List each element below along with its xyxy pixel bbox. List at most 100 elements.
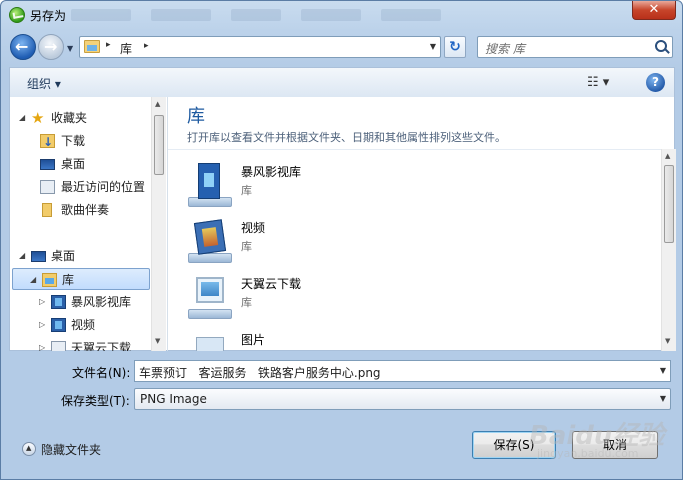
pane-subtitle: 打开库以查看文件并根据文件夹、日期和其他属性排列这些文件。 xyxy=(187,131,506,144)
collapse-arrow-icon[interactable]: ◢ xyxy=(19,245,25,267)
search-input[interactable]: 搜索 库 xyxy=(485,40,525,57)
nav-item-label: 收藏夹 xyxy=(51,111,88,125)
desktop-icon xyxy=(31,251,46,262)
back-button[interactable] xyxy=(10,34,36,60)
folder-icon xyxy=(42,203,52,217)
window-title: 另存为 xyxy=(30,9,67,23)
collapse-arrow-icon[interactable]: ◢ xyxy=(19,107,25,129)
scrollbar-thumb[interactable] xyxy=(664,165,674,243)
video-library-icon xyxy=(51,295,66,309)
change-view-button[interactable]: ☷ ▾ xyxy=(587,75,609,90)
library-type: 库 xyxy=(241,296,252,309)
nav-item-desktop-root[interactable]: ◢ 桌面 xyxy=(10,245,150,267)
close-button[interactable]: ✕ xyxy=(632,1,676,20)
filetype-label: 保存类型(T): xyxy=(61,394,130,408)
videos-library-icon xyxy=(188,219,232,263)
nav-item-cloud-download[interactable]: ▷ 天翼云下载 xyxy=(10,337,150,351)
toolbar: 组织 ▾ ☷ ▾ ? xyxy=(9,67,675,97)
library-name: 图片 xyxy=(241,333,266,347)
library-name: 视频 xyxy=(241,221,266,235)
help-button[interactable]: ? xyxy=(646,73,665,92)
content-area: ◢ ★ 收藏夹 下载 桌面 最近访问的位置 歌曲伴奏 ◢ xyxy=(9,97,676,351)
scrollbar-thumb[interactable] xyxy=(154,115,164,175)
nav-item-label: 最近访问的位置 xyxy=(61,180,146,194)
pane-title: 库 xyxy=(187,106,205,127)
nav-pane-scrollbar[interactable]: ▲ ▼ xyxy=(151,97,166,351)
library-item[interactable]: 暴风影视库 库 xyxy=(188,159,468,211)
scroll-down-icon[interactable]: ▼ xyxy=(665,337,670,345)
library-pane-scrollbar[interactable]: ▲ ▼ xyxy=(661,149,676,351)
star-icon: ★ xyxy=(31,109,45,127)
library-item[interactable]: 天翼云下载 库 xyxy=(188,271,468,323)
filename-label: 文件名(N): xyxy=(72,366,131,380)
nav-item-desktop[interactable]: 桌面 xyxy=(10,153,150,175)
nav-item-label: 下载 xyxy=(61,134,86,148)
library-type: 库 xyxy=(241,240,252,253)
library-type: 库 xyxy=(241,184,252,197)
nav-item-label: 歌曲伴奏 xyxy=(61,203,110,217)
filetype-dropdown-icon[interactable]: ▼ xyxy=(660,394,666,403)
hide-folders-label: 隐藏文件夹 xyxy=(41,443,102,457)
cloud-download-library-icon xyxy=(188,275,232,319)
libraries-icon xyxy=(42,273,57,287)
forward-button[interactable] xyxy=(38,34,64,60)
filename-dropdown-icon[interactable]: ▼ xyxy=(660,366,666,375)
search-icon[interactable] xyxy=(655,40,667,52)
recent-pages-dropdown-icon[interactable]: ▼ xyxy=(67,44,73,53)
nav-item-videos[interactable]: ▷ 视频 xyxy=(10,314,150,336)
library-name: 暴风影视库 xyxy=(241,165,302,179)
library-pane: 库 打开库以查看文件并根据文件夹、日期和其他属性排列这些文件。 暴风影视库 库 … xyxy=(168,97,676,351)
nav-item-label: 天翼云下载 xyxy=(71,341,132,351)
nav-item-favorites[interactable]: ◢ ★ 收藏夹 xyxy=(10,107,150,129)
collapse-arrow-icon[interactable]: ◢ xyxy=(30,269,36,291)
scroll-up-icon[interactable]: ▲ xyxy=(155,100,160,108)
nav-item-label: 暴风影视库 xyxy=(71,295,132,309)
expand-arrow-icon[interactable]: ▷ xyxy=(39,337,45,351)
nav-item-recent-places[interactable]: 最近访问的位置 xyxy=(10,176,150,198)
navigation-pane: ◢ ★ 收藏夹 下载 桌面 最近访问的位置 歌曲伴奏 ◢ xyxy=(10,97,168,351)
address-bar[interactable]: ▸ 库 ▸ ▼ xyxy=(79,36,441,58)
video-library-icon xyxy=(188,163,232,207)
expand-arrow-icon[interactable]: ▷ xyxy=(39,291,45,313)
library-item[interactable]: 图片 xyxy=(188,327,468,351)
nav-item-song-accompaniment[interactable]: 歌曲伴奏 xyxy=(10,199,150,221)
nav-item-label: 桌面 xyxy=(51,249,76,263)
expand-arrow-icon[interactable]: ▷ xyxy=(39,314,45,336)
filetype-value: PNG Image xyxy=(140,392,207,406)
filename-field[interactable]: 车票预订 客运服务 铁路客户服务中心.png ▼ xyxy=(134,360,671,382)
nav-item-label: 视频 xyxy=(71,318,96,332)
breadcrumb-separator-icon[interactable]: ▸ xyxy=(144,41,149,51)
save-button[interactable]: 保存(S) xyxy=(472,431,556,459)
nav-item-label: 桌面 xyxy=(61,157,86,171)
nav-item-downloads[interactable]: 下载 xyxy=(10,130,150,153)
downloads-folder-icon xyxy=(40,131,55,153)
organize-button[interactable]: 组织 ▾ xyxy=(27,75,61,92)
browser-app-icon xyxy=(9,7,25,23)
nav-item-video-library[interactable]: ▷ 暴风影视库 xyxy=(10,291,150,313)
nav-item-libraries[interactable]: ◢ 库 xyxy=(12,268,150,290)
filename-input[interactable]: 车票预订 客运服务 铁路客户服务中心.png xyxy=(139,364,381,381)
breadcrumb-libraries[interactable]: 库 xyxy=(120,40,132,57)
library-item[interactable]: 视频 库 xyxy=(188,215,468,267)
collapse-up-icon[interactable] xyxy=(22,442,36,456)
cloud-download-icon xyxy=(51,341,66,351)
pictures-library-icon xyxy=(188,331,232,351)
video-library-icon xyxy=(51,318,66,332)
scroll-down-icon[interactable]: ▼ xyxy=(155,337,160,345)
title-bar: 另存为 ✕ xyxy=(1,1,682,29)
breadcrumb-separator-icon[interactable]: ▸ xyxy=(106,40,111,50)
nav-item-label: 库 xyxy=(62,273,75,287)
recent-places-icon xyxy=(40,180,55,194)
save-as-dialog: 另存为 ✕ ▼ ▸ 库 ▸ ▼ ↻ 搜索 库 组织 ▾ ☷ ▾ ? ◢ ★ 收藏… xyxy=(0,0,683,480)
address-dropdown-icon[interactable]: ▼ xyxy=(430,42,436,51)
cancel-button[interactable]: 取消 xyxy=(572,431,658,459)
background-tabs xyxy=(71,9,621,23)
libraries-icon xyxy=(84,40,100,53)
refresh-button[interactable]: ↻ xyxy=(444,36,466,58)
divider xyxy=(168,149,676,150)
library-name: 天翼云下载 xyxy=(241,277,302,291)
desktop-icon xyxy=(40,159,55,170)
scroll-up-icon[interactable]: ▲ xyxy=(665,152,670,160)
search-box[interactable]: 搜索 库 xyxy=(477,36,673,58)
filetype-select[interactable]: PNG Image ▼ xyxy=(134,388,671,410)
